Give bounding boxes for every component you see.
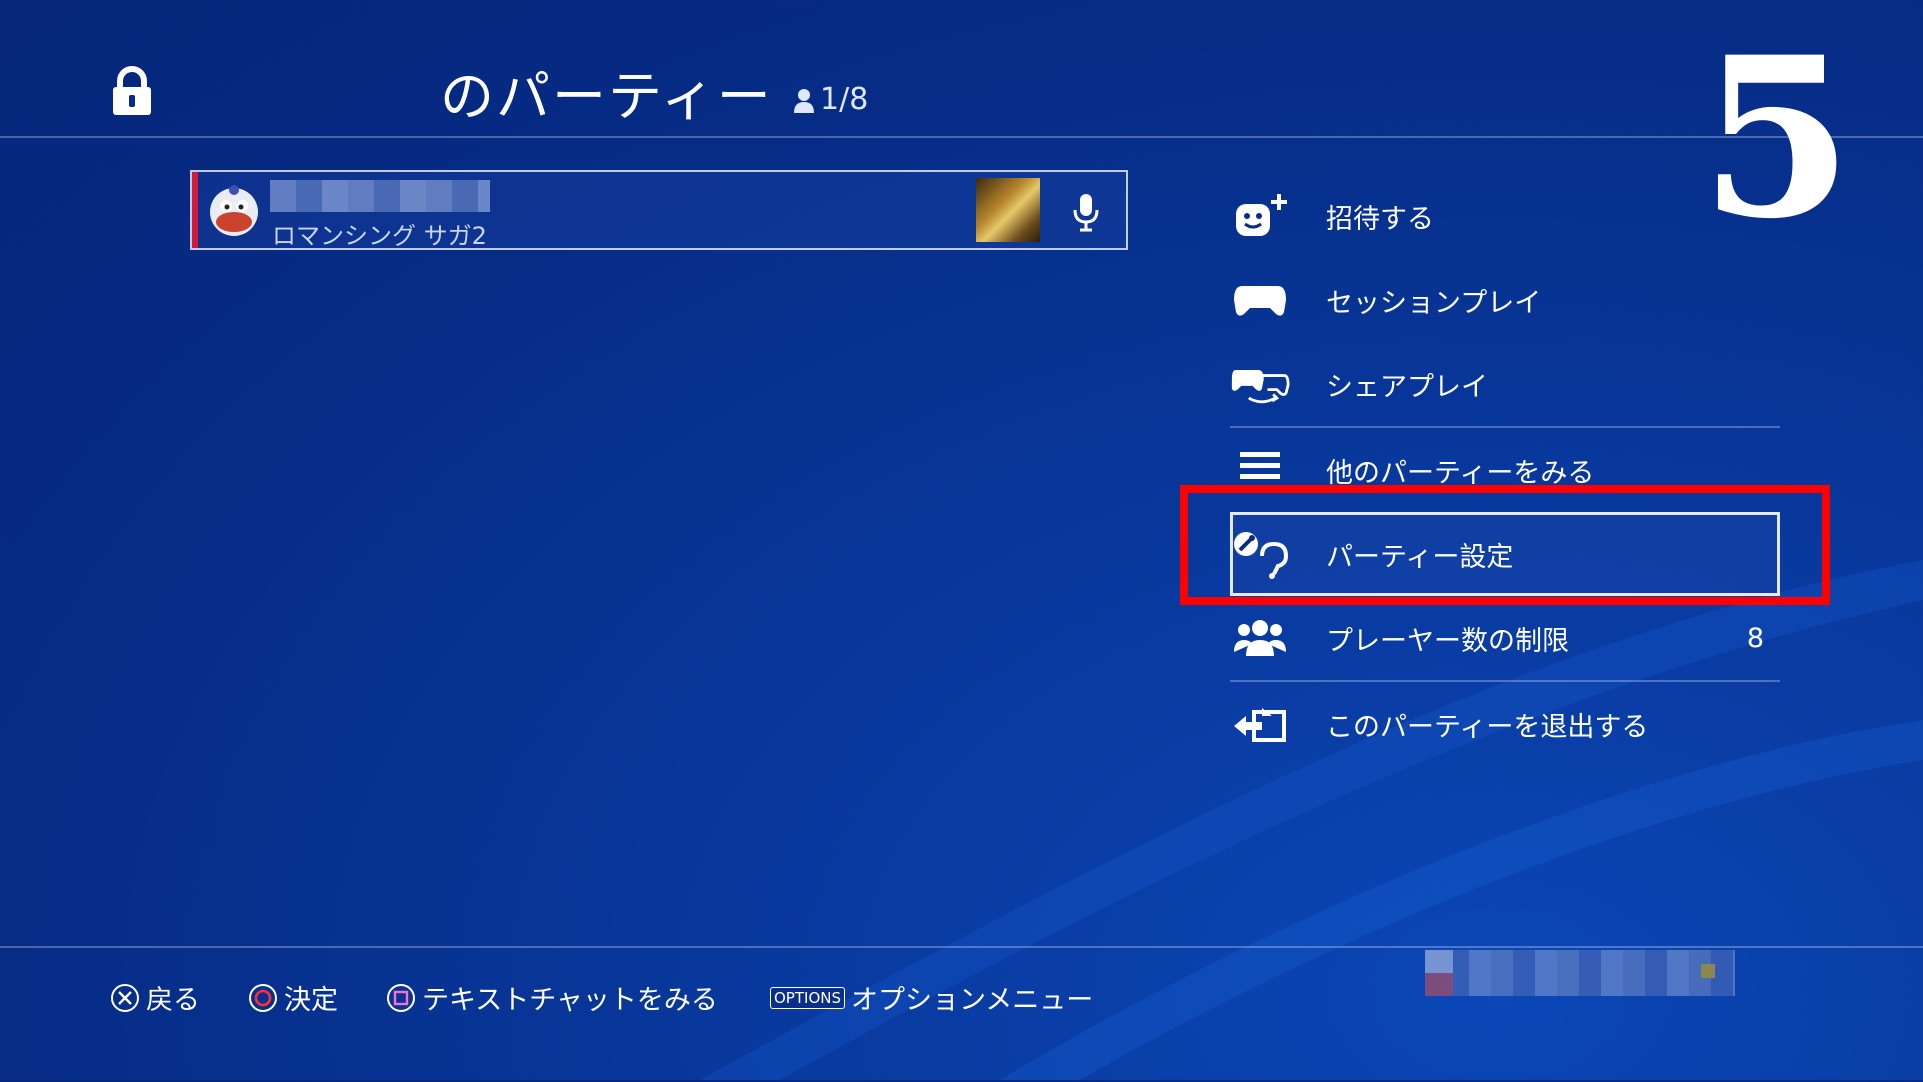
hint-confirm[interactable]: 決定 xyxy=(248,978,338,1017)
hint-options-label: オプションメニュー xyxy=(851,985,1094,1016)
players-icon xyxy=(1230,613,1290,663)
square-button-icon xyxy=(387,983,415,1012)
party-title: のパーティー xyxy=(440,65,773,128)
user-avatar xyxy=(1425,950,1453,996)
menu-label-leave-party: このパーティーを退出する xyxy=(1326,711,1649,743)
party-menu: 招待する セッションプレイ シェアプレイ 他のパーティーをみる パーティー設定 … xyxy=(1230,174,1780,766)
member-count-text: 1/8 xyxy=(820,82,869,117)
member-count: 1/8 xyxy=(792,82,868,117)
user-info-blurred xyxy=(1425,950,1735,996)
status-dot xyxy=(1701,964,1715,978)
hint-text-chat[interactable]: テキストチャットをみる xyxy=(386,978,718,1017)
party-member-row[interactable]: ロマンシング サガ2 xyxy=(190,170,1128,250)
member-accent-bar xyxy=(192,172,198,248)
menu-label-invite: 招待する xyxy=(1326,203,1434,235)
member-game-title: ロマンシング サガ2 xyxy=(272,222,487,250)
menu-item-leave-party[interactable]: このパーティーを退出する xyxy=(1230,682,1780,766)
menu-item-player-limit[interactable]: プレーヤー数の制限 8 xyxy=(1230,596,1780,680)
member-avatar xyxy=(210,185,258,236)
controller-icon xyxy=(1230,275,1290,325)
lock-icon xyxy=(113,66,151,115)
menu-item-session-play[interactable]: セッションプレイ xyxy=(1230,258,1780,342)
hint-options[interactable]: OPTIONS オプションメニュー xyxy=(770,978,1093,1017)
menu-label-share-play: シェアプレイ xyxy=(1326,371,1488,403)
invite-icon xyxy=(1230,191,1290,241)
menu-label-other-parties: 他のパーティーをみる xyxy=(1326,457,1595,489)
share-play-icon xyxy=(1230,359,1290,409)
hint-text-chat-label: テキストチャットをみる xyxy=(422,985,718,1016)
hint-back-label: 戻る xyxy=(146,985,200,1016)
game-thumbnail xyxy=(976,178,1040,242)
options-button-icon: OPTIONS xyxy=(770,986,845,1009)
cross-button-icon xyxy=(111,983,139,1012)
player-limit-value: 8 xyxy=(1746,622,1764,654)
circle-button-icon xyxy=(249,983,277,1012)
member-name-blurred xyxy=(270,180,490,212)
menu-label-player-limit: プレーヤー数の制限 xyxy=(1326,625,1569,657)
highlight-box xyxy=(1180,485,1830,605)
menu-item-invite[interactable]: 招待する xyxy=(1230,174,1780,258)
hint-confirm-label: 決定 xyxy=(284,985,338,1016)
microphone-icon[interactable] xyxy=(1072,192,1100,232)
hint-back[interactable]: 戻る xyxy=(110,978,200,1017)
person-icon xyxy=(794,88,814,113)
top-bar: のパーティー 1/8 xyxy=(0,0,1923,138)
menu-label-session-play: セッションプレイ xyxy=(1326,287,1542,319)
leave-party-icon xyxy=(1230,699,1290,749)
menu-item-share-play[interactable]: シェアプレイ xyxy=(1230,342,1780,426)
